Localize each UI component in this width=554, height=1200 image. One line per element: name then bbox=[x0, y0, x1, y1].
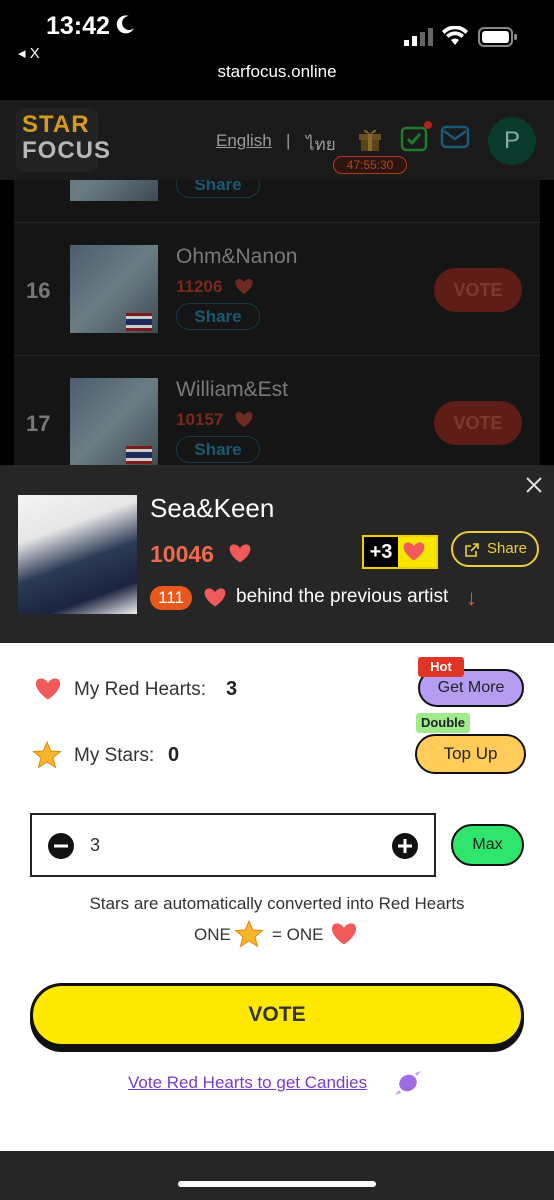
list-item: 16 Ohm&Nanon 11206 Share VOTE bbox=[14, 222, 540, 355]
vote-count: 10157 bbox=[176, 410, 224, 429]
selected-artist-panel: Sea&Keen 10046 +3 Share 111 behind the p… bbox=[0, 465, 554, 643]
site-header: STAR FOCUS English | ไทย 47:55:30 P bbox=[0, 100, 554, 180]
language-thai-link[interactable]: ไทย bbox=[306, 131, 336, 158]
conversion-one-left: ONE bbox=[194, 925, 231, 944]
artist-name: William&Est bbox=[176, 378, 289, 401]
behind-count-badge: 111 bbox=[150, 586, 192, 610]
max-button[interactable]: Max bbox=[451, 824, 524, 866]
double-badge: Double bbox=[416, 713, 470, 733]
share-label: Share bbox=[487, 540, 528, 557]
bonus-badge: +3 bbox=[362, 535, 438, 569]
rank-number: 16 bbox=[26, 278, 51, 303]
thai-flag-icon bbox=[126, 313, 152, 331]
candies-link[interactable]: Vote Red Hearts to get Candies bbox=[128, 1073, 367, 1093]
artist-name: Sea&Keen bbox=[150, 493, 275, 523]
artist-name: Ohm&Nanon bbox=[176, 245, 298, 268]
bottom-bar bbox=[0, 1151, 554, 1200]
status-bar: 13:42 ◂ X starfocus.online bbox=[0, 0, 554, 100]
down-arrow-icon: ↓ bbox=[466, 585, 477, 610]
checkin-calendar-icon[interactable] bbox=[400, 124, 428, 152]
list-item: 17 William&Est 10157 Share VOTE bbox=[14, 355, 540, 465]
battery-icon bbox=[478, 27, 517, 47]
share-button[interactable]: Share bbox=[176, 436, 260, 463]
user-avatar[interactable]: P bbox=[488, 117, 536, 165]
red-heart-icon bbox=[331, 923, 357, 945]
conversion-note: Stars are automatically converted into R… bbox=[89, 894, 465, 913]
share-button[interactable]: Share bbox=[176, 303, 260, 330]
vote-button[interactable]: VOTE bbox=[434, 401, 522, 445]
candy-icon bbox=[395, 1071, 421, 1095]
heart-icon bbox=[235, 278, 253, 294]
heart-icon bbox=[204, 588, 226, 607]
bonus-label: +3 bbox=[364, 537, 398, 567]
rank-number: 17 bbox=[26, 411, 51, 436]
share-button[interactable]: Share bbox=[451, 531, 539, 567]
logo-line-2: FOCUS bbox=[22, 137, 111, 164]
vote-sheet: My Red Hearts: 3 Get More Hot My Stars: … bbox=[0, 643, 554, 1151]
external-share-icon bbox=[465, 543, 479, 557]
gift-countdown-timer: 47:55:30 bbox=[333, 156, 407, 174]
logo-line-1: STAR bbox=[22, 111, 90, 138]
quantity-stepper: 3 bbox=[30, 813, 436, 877]
artist-vote-count: 10046 bbox=[150, 541, 214, 567]
minus-icon[interactable] bbox=[48, 833, 74, 859]
back-to-app-button[interactable]: ◂ X bbox=[18, 44, 40, 62]
conversion-one-right: = ONE bbox=[272, 925, 324, 944]
gift-icon[interactable] bbox=[356, 124, 384, 152]
vote-button[interactable]: VOTE bbox=[434, 268, 522, 312]
quantity-input[interactable]: 3 bbox=[90, 835, 100, 856]
list-item: Share bbox=[14, 180, 540, 221]
plus-icon[interactable] bbox=[392, 833, 418, 859]
heart-icon bbox=[403, 542, 425, 561]
close-icon[interactable] bbox=[524, 475, 544, 495]
language-separator: | bbox=[286, 131, 291, 150]
ranking-list: Share 16 Ohm&Nanon 11206 Share VOTE 17 W… bbox=[14, 180, 540, 465]
hot-badge: Hot bbox=[418, 657, 464, 677]
notification-dot bbox=[424, 121, 432, 129]
artist-photo bbox=[18, 495, 137, 614]
stars-label: My Stars: bbox=[74, 745, 155, 766]
star-focus-logo[interactable]: STAR FOCUS bbox=[16, 108, 111, 172]
mail-icon[interactable] bbox=[440, 124, 470, 150]
vote-button[interactable]: VOTE bbox=[30, 983, 524, 1047]
home-indicator[interactable] bbox=[178, 1181, 376, 1187]
red-heart-icon bbox=[35, 678, 61, 700]
top-up-button[interactable]: Top Up bbox=[415, 734, 526, 774]
clock: 13:42 bbox=[46, 12, 110, 40]
url-bar[interactable]: starfocus.online bbox=[0, 62, 554, 82]
vote-count: 11206 bbox=[176, 277, 223, 296]
star-icon bbox=[234, 919, 264, 948]
heart-icon bbox=[235, 411, 253, 427]
moon-icon bbox=[116, 15, 134, 34]
star-icon bbox=[32, 740, 62, 769]
artist-thumbnail[interactable] bbox=[70, 180, 158, 201]
stars-value: 0 bbox=[168, 744, 180, 766]
red-hearts-value: 3 bbox=[226, 678, 238, 700]
behind-text: behind the previous artist bbox=[236, 586, 449, 607]
heart-icon bbox=[229, 544, 251, 563]
red-hearts-label: My Red Hearts: bbox=[74, 679, 206, 700]
wifi-icon bbox=[442, 26, 468, 45]
share-button[interactable]: Share bbox=[176, 180, 260, 198]
language-english-link[interactable]: English bbox=[216, 131, 272, 151]
signal-icon bbox=[404, 28, 433, 46]
thai-flag-icon bbox=[126, 446, 152, 464]
